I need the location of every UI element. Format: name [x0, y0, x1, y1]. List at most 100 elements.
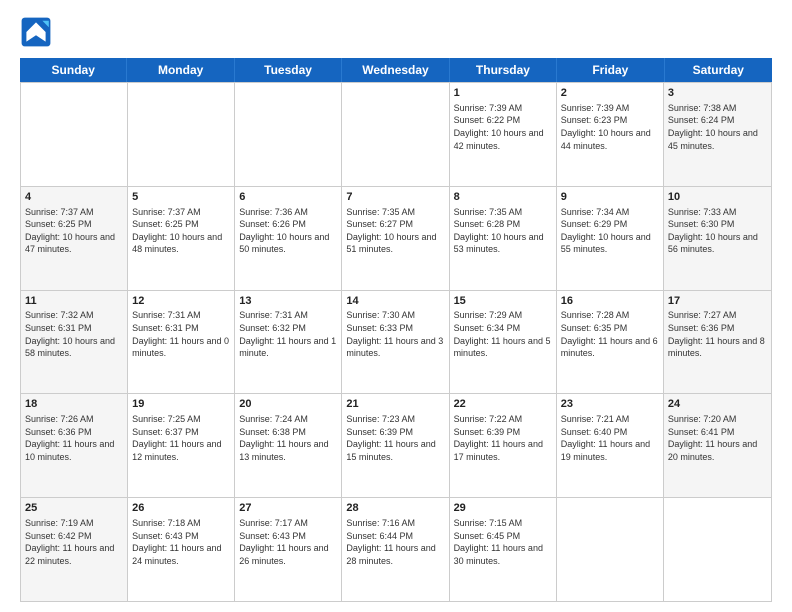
- day-number: 21: [346, 397, 444, 412]
- day-info: Sunrise: 7:31 AM Sunset: 6:31 PM Dayligh…: [132, 309, 230, 359]
- day-number: 19: [132, 397, 230, 412]
- day-info: Sunrise: 7:37 AM Sunset: 6:25 PM Dayligh…: [25, 206, 123, 256]
- day-info: Sunrise: 7:36 AM Sunset: 6:26 PM Dayligh…: [239, 206, 337, 256]
- cal-cell-13: 13Sunrise: 7:31 AM Sunset: 6:32 PM Dayli…: [235, 291, 342, 394]
- day-info: Sunrise: 7:33 AM Sunset: 6:30 PM Dayligh…: [668, 206, 767, 256]
- day-number: 8: [454, 190, 552, 205]
- day-header-thursday: Thursday: [450, 58, 557, 82]
- week-row-2: 4Sunrise: 7:37 AM Sunset: 6:25 PM Daylig…: [21, 186, 771, 290]
- day-info: Sunrise: 7:21 AM Sunset: 6:40 PM Dayligh…: [561, 413, 659, 463]
- day-info: Sunrise: 7:25 AM Sunset: 6:37 PM Dayligh…: [132, 413, 230, 463]
- day-number: 28: [346, 501, 444, 516]
- day-header-monday: Monday: [127, 58, 234, 82]
- cal-cell-24: 24Sunrise: 7:20 AM Sunset: 6:41 PM Dayli…: [664, 394, 771, 497]
- cal-cell-10: 10Sunrise: 7:33 AM Sunset: 6:30 PM Dayli…: [664, 187, 771, 290]
- cal-cell-28: 28Sunrise: 7:16 AM Sunset: 6:44 PM Dayli…: [342, 498, 449, 601]
- logo: [20, 16, 58, 48]
- day-number: 24: [668, 397, 767, 412]
- cal-cell-4: 4Sunrise: 7:37 AM Sunset: 6:25 PM Daylig…: [21, 187, 128, 290]
- cal-cell-8: 8Sunrise: 7:35 AM Sunset: 6:28 PM Daylig…: [450, 187, 557, 290]
- cal-cell-23: 23Sunrise: 7:21 AM Sunset: 6:40 PM Dayli…: [557, 394, 664, 497]
- calendar-body: 1Sunrise: 7:39 AM Sunset: 6:22 PM Daylig…: [20, 82, 772, 602]
- day-info: Sunrise: 7:23 AM Sunset: 6:39 PM Dayligh…: [346, 413, 444, 463]
- day-number: 11: [25, 294, 123, 309]
- day-number: 9: [561, 190, 659, 205]
- cal-cell-empty-0-1: [128, 83, 235, 186]
- day-number: 15: [454, 294, 552, 309]
- day-header-tuesday: Tuesday: [235, 58, 342, 82]
- day-info: Sunrise: 7:17 AM Sunset: 6:43 PM Dayligh…: [239, 517, 337, 567]
- week-row-3: 11Sunrise: 7:32 AM Sunset: 6:31 PM Dayli…: [21, 290, 771, 394]
- cal-cell-empty-4-6: [664, 498, 771, 601]
- day-info: Sunrise: 7:32 AM Sunset: 6:31 PM Dayligh…: [25, 309, 123, 359]
- day-number: 10: [668, 190, 767, 205]
- day-number: 3: [668, 86, 767, 101]
- day-info: Sunrise: 7:31 AM Sunset: 6:32 PM Dayligh…: [239, 309, 337, 359]
- day-info: Sunrise: 7:35 AM Sunset: 6:28 PM Dayligh…: [454, 206, 552, 256]
- day-number: 25: [25, 501, 123, 516]
- day-info: Sunrise: 7:27 AM Sunset: 6:36 PM Dayligh…: [668, 309, 767, 359]
- day-info: Sunrise: 7:37 AM Sunset: 6:25 PM Dayligh…: [132, 206, 230, 256]
- day-number: 14: [346, 294, 444, 309]
- cal-cell-3: 3Sunrise: 7:38 AM Sunset: 6:24 PM Daylig…: [664, 83, 771, 186]
- day-info: Sunrise: 7:19 AM Sunset: 6:42 PM Dayligh…: [25, 517, 123, 567]
- cal-cell-14: 14Sunrise: 7:30 AM Sunset: 6:33 PM Dayli…: [342, 291, 449, 394]
- cal-cell-empty-4-5: [557, 498, 664, 601]
- cal-cell-15: 15Sunrise: 7:29 AM Sunset: 6:34 PM Dayli…: [450, 291, 557, 394]
- header: [20, 16, 772, 48]
- cal-cell-27: 27Sunrise: 7:17 AM Sunset: 6:43 PM Dayli…: [235, 498, 342, 601]
- day-number: 2: [561, 86, 659, 101]
- day-info: Sunrise: 7:29 AM Sunset: 6:34 PM Dayligh…: [454, 309, 552, 359]
- cal-cell-26: 26Sunrise: 7:18 AM Sunset: 6:43 PM Dayli…: [128, 498, 235, 601]
- day-header-wednesday: Wednesday: [342, 58, 449, 82]
- day-info: Sunrise: 7:26 AM Sunset: 6:36 PM Dayligh…: [25, 413, 123, 463]
- cal-cell-17: 17Sunrise: 7:27 AM Sunset: 6:36 PM Dayli…: [664, 291, 771, 394]
- day-info: Sunrise: 7:30 AM Sunset: 6:33 PM Dayligh…: [346, 309, 444, 359]
- week-row-4: 18Sunrise: 7:26 AM Sunset: 6:36 PM Dayli…: [21, 393, 771, 497]
- day-number: 23: [561, 397, 659, 412]
- day-number: 7: [346, 190, 444, 205]
- day-number: 4: [25, 190, 123, 205]
- cal-cell-1: 1Sunrise: 7:39 AM Sunset: 6:22 PM Daylig…: [450, 83, 557, 186]
- calendar-header-row: SundayMondayTuesdayWednesdayThursdayFrid…: [20, 58, 772, 82]
- cal-cell-18: 18Sunrise: 7:26 AM Sunset: 6:36 PM Dayli…: [21, 394, 128, 497]
- day-info: Sunrise: 7:15 AM Sunset: 6:45 PM Dayligh…: [454, 517, 552, 567]
- day-number: 1: [454, 86, 552, 101]
- page: SundayMondayTuesdayWednesdayThursdayFrid…: [0, 0, 792, 612]
- cal-cell-empty-0-3: [342, 83, 449, 186]
- cal-cell-7: 7Sunrise: 7:35 AM Sunset: 6:27 PM Daylig…: [342, 187, 449, 290]
- week-row-1: 1Sunrise: 7:39 AM Sunset: 6:22 PM Daylig…: [21, 82, 771, 186]
- day-number: 22: [454, 397, 552, 412]
- cal-cell-9: 9Sunrise: 7:34 AM Sunset: 6:29 PM Daylig…: [557, 187, 664, 290]
- calendar: SundayMondayTuesdayWednesdayThursdayFrid…: [20, 58, 772, 602]
- day-number: 13: [239, 294, 337, 309]
- day-number: 26: [132, 501, 230, 516]
- cal-cell-empty-0-0: [21, 83, 128, 186]
- day-number: 6: [239, 190, 337, 205]
- day-number: 27: [239, 501, 337, 516]
- cal-cell-29: 29Sunrise: 7:15 AM Sunset: 6:45 PM Dayli…: [450, 498, 557, 601]
- day-number: 20: [239, 397, 337, 412]
- day-info: Sunrise: 7:20 AM Sunset: 6:41 PM Dayligh…: [668, 413, 767, 463]
- cal-cell-20: 20Sunrise: 7:24 AM Sunset: 6:38 PM Dayli…: [235, 394, 342, 497]
- day-info: Sunrise: 7:16 AM Sunset: 6:44 PM Dayligh…: [346, 517, 444, 567]
- logo-icon: [20, 16, 52, 48]
- cal-cell-empty-0-2: [235, 83, 342, 186]
- day-info: Sunrise: 7:34 AM Sunset: 6:29 PM Dayligh…: [561, 206, 659, 256]
- cal-cell-11: 11Sunrise: 7:32 AM Sunset: 6:31 PM Dayli…: [21, 291, 128, 394]
- day-header-sunday: Sunday: [20, 58, 127, 82]
- day-info: Sunrise: 7:28 AM Sunset: 6:35 PM Dayligh…: [561, 309, 659, 359]
- day-info: Sunrise: 7:38 AM Sunset: 6:24 PM Dayligh…: [668, 102, 767, 152]
- cal-cell-25: 25Sunrise: 7:19 AM Sunset: 6:42 PM Dayli…: [21, 498, 128, 601]
- day-info: Sunrise: 7:24 AM Sunset: 6:38 PM Dayligh…: [239, 413, 337, 463]
- week-row-5: 25Sunrise: 7:19 AM Sunset: 6:42 PM Dayli…: [21, 497, 771, 601]
- day-info: Sunrise: 7:39 AM Sunset: 6:22 PM Dayligh…: [454, 102, 552, 152]
- day-number: 18: [25, 397, 123, 412]
- day-info: Sunrise: 7:39 AM Sunset: 6:23 PM Dayligh…: [561, 102, 659, 152]
- day-header-friday: Friday: [557, 58, 664, 82]
- day-info: Sunrise: 7:22 AM Sunset: 6:39 PM Dayligh…: [454, 413, 552, 463]
- day-number: 17: [668, 294, 767, 309]
- day-number: 29: [454, 501, 552, 516]
- cal-cell-6: 6Sunrise: 7:36 AM Sunset: 6:26 PM Daylig…: [235, 187, 342, 290]
- cal-cell-22: 22Sunrise: 7:22 AM Sunset: 6:39 PM Dayli…: [450, 394, 557, 497]
